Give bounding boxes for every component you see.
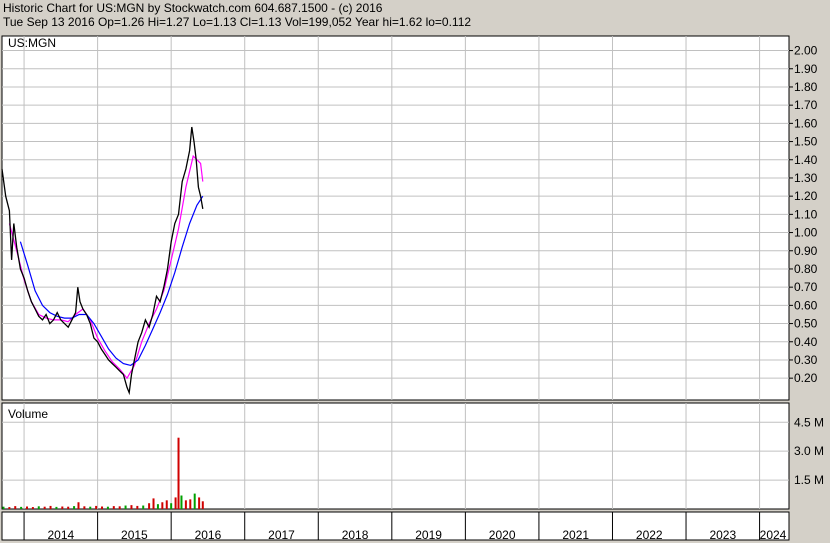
volume-bar	[83, 506, 86, 509]
volume-bar	[152, 498, 155, 509]
year-label: 2019	[415, 528, 442, 542]
volume-bar	[106, 506, 109, 509]
price-tick-label: 0.60	[794, 298, 818, 312]
price-tick-label: 1.00	[794, 226, 818, 240]
price-tick-label: 0.70	[794, 280, 818, 294]
volume-bar	[156, 504, 159, 509]
year-label: 2021	[562, 528, 589, 542]
volume-bar	[198, 497, 201, 509]
price-tick-label: 0.80	[794, 262, 818, 276]
volume-bar	[184, 500, 187, 509]
volume-bar	[201, 501, 204, 509]
price-tick-label: 0.30	[794, 353, 818, 367]
volume-bar	[124, 505, 127, 509]
volume-bar	[130, 505, 133, 509]
price-tick-label: 0.40	[794, 335, 818, 349]
volume-label: Volume	[8, 407, 48, 421]
volume-bar	[180, 495, 183, 509]
volume-bar	[142, 505, 145, 509]
year-label: 2016	[195, 528, 222, 542]
volume-bar	[189, 499, 192, 509]
volume-bar	[8, 507, 11, 509]
volume-tick-label: 4.5 M	[794, 415, 824, 429]
stock-chart: 2014 2015 2016 2017 2018 2019 2020 2021 2022 2023…	[1, 35, 824, 542]
volume-bar	[61, 506, 64, 509]
volume-bar	[118, 506, 121, 509]
volume-bar	[193, 493, 196, 509]
price-tick-label: 1.60	[794, 116, 818, 130]
price-tick-label: 1.50	[794, 135, 818, 149]
volume-tick-label: 1.5 M	[794, 473, 824, 487]
year-label: 2014	[47, 528, 74, 542]
volume-bar	[161, 502, 164, 509]
volume-bar	[67, 506, 70, 509]
volume-bar	[89, 506, 92, 509]
volume-bar	[77, 502, 80, 509]
volume-bar	[170, 503, 173, 509]
volume-tick-label: 3.0 M	[794, 444, 824, 458]
volume-bar	[101, 506, 104, 509]
volume-bar	[177, 437, 180, 509]
year-label: 2015	[121, 528, 148, 542]
volume-bar	[2, 506, 5, 509]
volume-bar	[55, 506, 58, 509]
volume-bar	[112, 506, 115, 509]
volume-bar	[26, 506, 29, 509]
volume-bar	[174, 497, 177, 509]
volume-bar	[31, 507, 34, 509]
volume-bar	[37, 506, 40, 509]
price-tick-label: 1.90	[794, 62, 818, 76]
year-label: 2024	[760, 528, 787, 542]
volume-bar	[43, 506, 46, 509]
price-tick-label: 1.10	[794, 207, 818, 221]
volume-panel	[1, 402, 790, 510]
volume-bar	[20, 506, 23, 509]
volume-bar	[73, 506, 76, 509]
price-tick-label: 2.00	[794, 44, 818, 58]
volume-bar	[14, 506, 17, 509]
price-tick-label: 1.30	[794, 171, 818, 185]
price-tick-label: 1.40	[794, 153, 818, 167]
volume-bar	[95, 505, 98, 509]
year-label: 2020	[489, 528, 516, 542]
volume-bar	[49, 505, 52, 509]
price-tick-label: 0.20	[794, 371, 818, 385]
price-tick-label: 1.70	[794, 98, 818, 112]
price-tick-label: 1.20	[794, 189, 818, 203]
volume-bar	[148, 503, 151, 509]
price-panel	[1, 35, 790, 401]
price-tick-label: 0.50	[794, 317, 818, 331]
year-label: 2017	[268, 528, 295, 542]
price-tick-label: 0.90	[794, 244, 818, 258]
volume-bar	[165, 500, 168, 509]
year-label: 2023	[709, 528, 736, 542]
year-label: 2022	[636, 528, 663, 542]
symbol-label: US:MGN	[8, 36, 56, 50]
year-label: 2018	[342, 528, 369, 542]
price-tick-label: 1.80	[794, 80, 818, 94]
volume-bar	[136, 505, 139, 509]
